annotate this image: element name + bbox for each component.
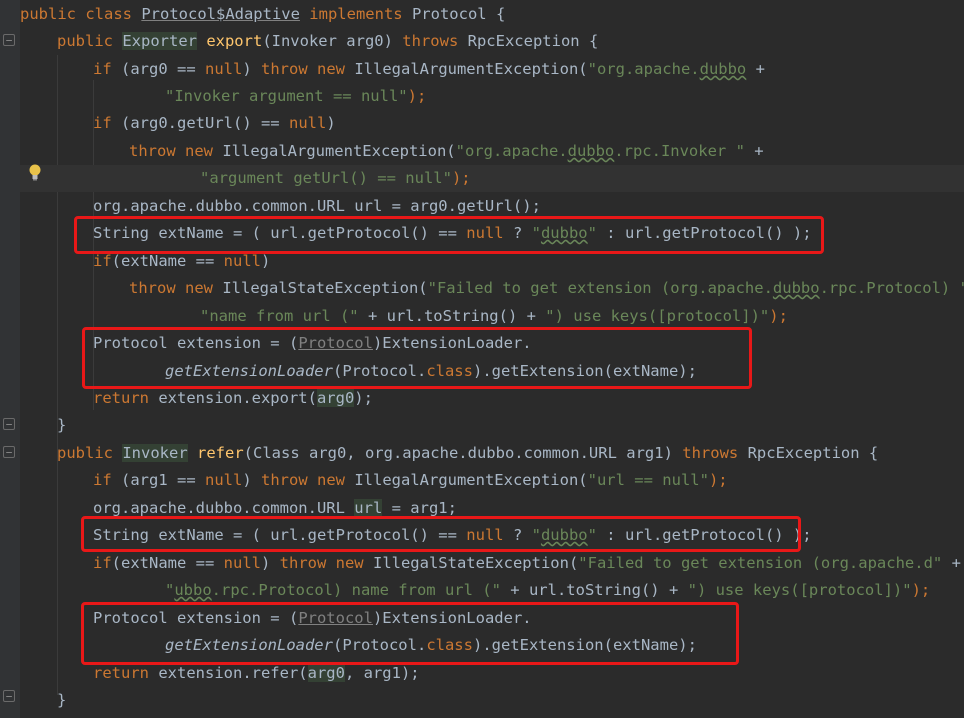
- code-line: "Invoker argument == null");: [165, 87, 427, 105]
- indent-guide: [57, 55, 58, 695]
- highlight-box: [81, 602, 739, 665]
- code-line: "ubbo.rpc.Protocol) name from url (" + u…: [165, 581, 931, 599]
- lightbulb-icon[interactable]: [27, 163, 43, 181]
- code-line: throw new IllegalArgumentException("org.…: [129, 142, 764, 160]
- code-line: }: [57, 416, 67, 434]
- highlight-box: [81, 516, 801, 552]
- code-line: "argument getUrl() == null");: [200, 169, 471, 187]
- code-line: public Exporter export(Invoker arg0) thr…: [57, 32, 599, 50]
- highlight-box: [82, 327, 752, 389]
- code-line: throw new IllegalStateException("Failed …: [129, 279, 964, 297]
- code-editor[interactable]: public class Protocol$Adaptive implement…: [0, 0, 964, 718]
- code-line: if (arg0 == null) throw new IllegalArgum…: [93, 60, 765, 78]
- code-line: }: [57, 691, 67, 709]
- code-line: if (arg0.getUrl() == null): [93, 114, 336, 132]
- code-line: return extension.export(arg0);: [93, 389, 373, 407]
- code-line: public Invoker refer(Class arg0, org.apa…: [57, 444, 879, 462]
- code-line: public class Protocol$Adaptive implement…: [20, 5, 506, 23]
- highlight-box: [74, 216, 824, 254]
- code-line: "name from url (" + url.toString() + ") …: [200, 307, 788, 325]
- code-line: if(extName == null) throw new IllegalSta…: [93, 554, 961, 572]
- caret-line-bg: [20, 165, 964, 192]
- code-line: if (arg1 == null) throw new IllegalArgum…: [93, 471, 728, 489]
